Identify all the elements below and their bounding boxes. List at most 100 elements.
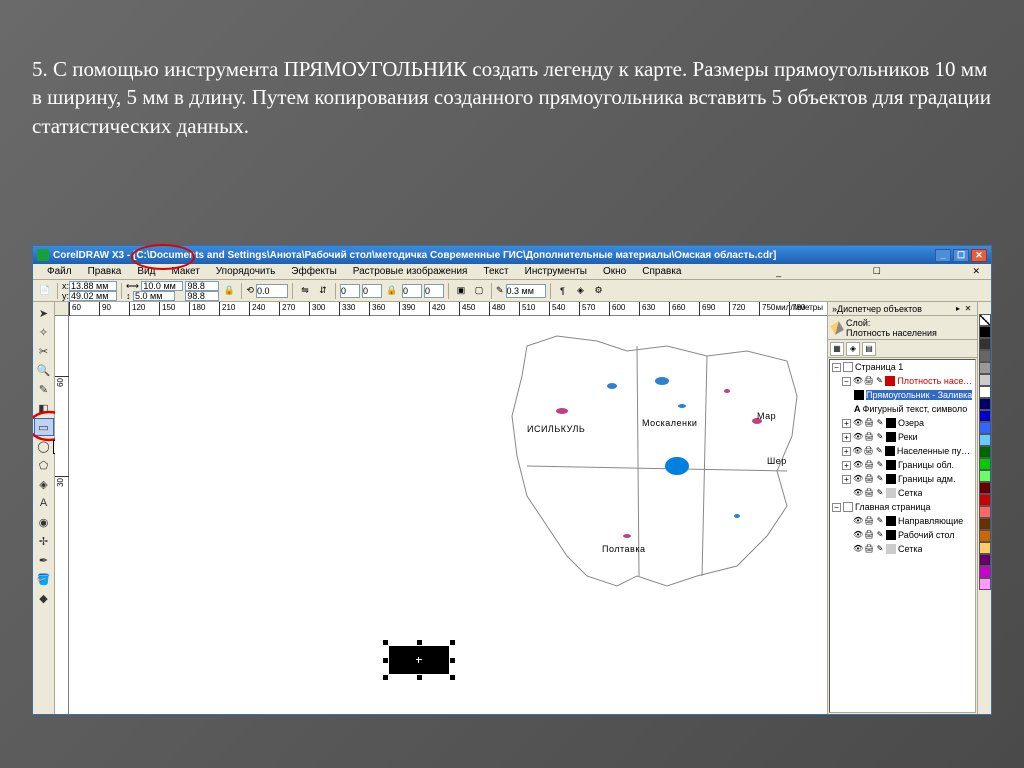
corner4-input[interactable]: [424, 284, 444, 298]
swatch-none[interactable]: [979, 314, 991, 326]
eyedropper-tool[interactable]: ✢: [34, 532, 54, 550]
menu-edit[interactable]: Правка: [82, 265, 128, 278]
docker-options-button[interactable]: ▸: [953, 304, 963, 314]
mdi-minimize[interactable]: _: [773, 267, 784, 277]
corner2-input[interactable]: [362, 284, 382, 298]
color-swatch[interactable]: [979, 530, 991, 542]
menu-help[interactable]: Справка: [636, 265, 687, 278]
expander-icon[interactable]: −: [842, 377, 851, 386]
menu-file[interactable]: Файл: [41, 265, 78, 278]
menu-view[interactable]: Вид: [131, 265, 161, 278]
color-swatch[interactable]: [979, 326, 991, 338]
color-swatch[interactable]: [979, 350, 991, 362]
color-swatch[interactable]: [979, 518, 991, 530]
zoom-tool[interactable]: 🔍: [34, 361, 54, 379]
color-swatch[interactable]: [979, 410, 991, 422]
convert-button[interactable]: ◈: [573, 283, 589, 299]
outline-tool[interactable]: ✒: [34, 551, 54, 569]
color-swatch[interactable]: [979, 422, 991, 434]
color-swatch[interactable]: [979, 566, 991, 578]
menu-effects[interactable]: Эффекты: [285, 265, 342, 278]
color-swatch[interactable]: [979, 446, 991, 458]
corner3-input[interactable]: [402, 284, 422, 298]
y-position-input[interactable]: [69, 291, 117, 301]
tree-settlements[interactable]: Населенные пункты: [897, 446, 975, 456]
expander-icon[interactable]: −: [832, 503, 841, 512]
tree-rivers[interactable]: Реки: [898, 432, 918, 442]
color-swatch[interactable]: [979, 482, 991, 494]
text-tool[interactable]: A: [34, 494, 54, 512]
menu-arrange[interactable]: Упорядочить: [210, 265, 282, 278]
color-swatch[interactable]: [979, 578, 991, 590]
tree-lakes[interactable]: Озера: [898, 418, 924, 428]
corner1-input[interactable]: [340, 284, 360, 298]
horizontal-ruler[interactable]: миллиметры 60901201501802102402703003303…: [69, 302, 827, 316]
tree-region-borders[interactable]: Границы обл.: [898, 460, 954, 470]
color-swatch[interactable]: [979, 434, 991, 446]
expander-icon[interactable]: +: [842, 419, 851, 428]
expander-icon[interactable]: −: [832, 363, 841, 372]
crop-tool[interactable]: ✂: [34, 342, 54, 360]
mirror-h-button[interactable]: ⇋: [297, 283, 313, 299]
color-swatch[interactable]: [979, 470, 991, 482]
menu-window[interactable]: Окно: [597, 265, 632, 278]
corner-lock-button[interactable]: 🔒: [384, 283, 400, 299]
ellipse-tool[interactable]: ◯: [34, 437, 54, 455]
tree-page1[interactable]: Страница 1: [855, 362, 903, 372]
mdi-restore[interactable]: ☐: [870, 266, 884, 277]
color-swatch[interactable]: [979, 386, 991, 398]
new-doc-button[interactable]: 📄: [37, 283, 53, 299]
to-back-button[interactable]: ▢: [471, 283, 487, 299]
docker-close-button[interactable]: ✕: [963, 304, 973, 314]
lock-ratio-button[interactable]: 🔒: [221, 283, 237, 299]
tree-density[interactable]: Плотность населен: [897, 376, 975, 386]
expander-icon[interactable]: +: [842, 475, 851, 484]
maximize-button[interactable]: ☐: [953, 249, 969, 262]
selected-rectangle-object[interactable]: [389, 646, 449, 674]
polygon-tool[interactable]: ⬠: [34, 456, 54, 474]
rectangle-tool[interactable]: ▭: [34, 418, 54, 436]
color-swatch[interactable]: [979, 506, 991, 518]
menu-layout[interactable]: Макет: [165, 265, 205, 278]
minimize-button[interactable]: _: [935, 249, 951, 262]
tree-grid[interactable]: Сетка: [898, 488, 922, 498]
scale-x-input[interactable]: [185, 281, 219, 291]
fill-tool[interactable]: 🪣: [34, 570, 54, 588]
options-button[interactable]: ⚙: [591, 283, 607, 299]
x-position-input[interactable]: [69, 281, 117, 291]
menu-bitmaps[interactable]: Растровые изображения: [347, 265, 474, 278]
tree-admin-borders[interactable]: Границы адм.: [898, 474, 955, 484]
basic-shapes-tool[interactable]: ◈: [34, 475, 54, 493]
mirror-v-button[interactable]: ⇵: [315, 283, 331, 299]
color-swatch[interactable]: [979, 542, 991, 554]
interactive-fill-tool[interactable]: ◆: [34, 589, 54, 607]
shape-tool[interactable]: ✧: [34, 323, 54, 341]
color-swatch[interactable]: [979, 554, 991, 566]
blend-tool[interactable]: ◉: [34, 513, 54, 531]
menu-tools[interactable]: Инструменты: [519, 265, 593, 278]
to-front-button[interactable]: ▣: [453, 283, 469, 299]
color-swatch[interactable]: [979, 458, 991, 470]
color-swatch[interactable]: [979, 374, 991, 386]
scale-y-input[interactable]: [185, 291, 219, 301]
freehand-tool[interactable]: ✎: [34, 380, 54, 398]
expander-icon[interactable]: +: [842, 447, 851, 456]
tree-rectangle[interactable]: Прямоугольник - Заливка: [866, 390, 972, 400]
tree-desktop[interactable]: Рабочий стол: [898, 530, 955, 540]
drawing-canvas[interactable]: ИСИЛЬКУЛЬ Москаленки Мар Шер Полтавка: [69, 316, 827, 714]
smart-fill-tool[interactable]: ◧: [34, 399, 54, 417]
menu-text[interactable]: Текст: [477, 265, 514, 278]
mdi-close[interactable]: ✕: [969, 266, 983, 277]
tree-master[interactable]: Главная страница: [855, 502, 931, 512]
close-button[interactable]: ✕: [971, 249, 987, 262]
outline-width-input[interactable]: [506, 284, 546, 298]
color-swatch[interactable]: [979, 338, 991, 350]
width-input[interactable]: [141, 281, 183, 291]
docker-btn-2[interactable]: ◈: [846, 342, 860, 356]
docker-btn-3[interactable]: ▤: [862, 342, 876, 356]
expander-icon[interactable]: +: [842, 433, 851, 442]
layer-tree[interactable]: −Страница 1 −👁🖨✎Плотность населен Прямоу…: [829, 359, 976, 713]
tree-guides[interactable]: Направляющие: [898, 516, 963, 526]
color-swatch[interactable]: [979, 362, 991, 374]
wrap-text-button[interactable]: ¶: [555, 283, 571, 299]
